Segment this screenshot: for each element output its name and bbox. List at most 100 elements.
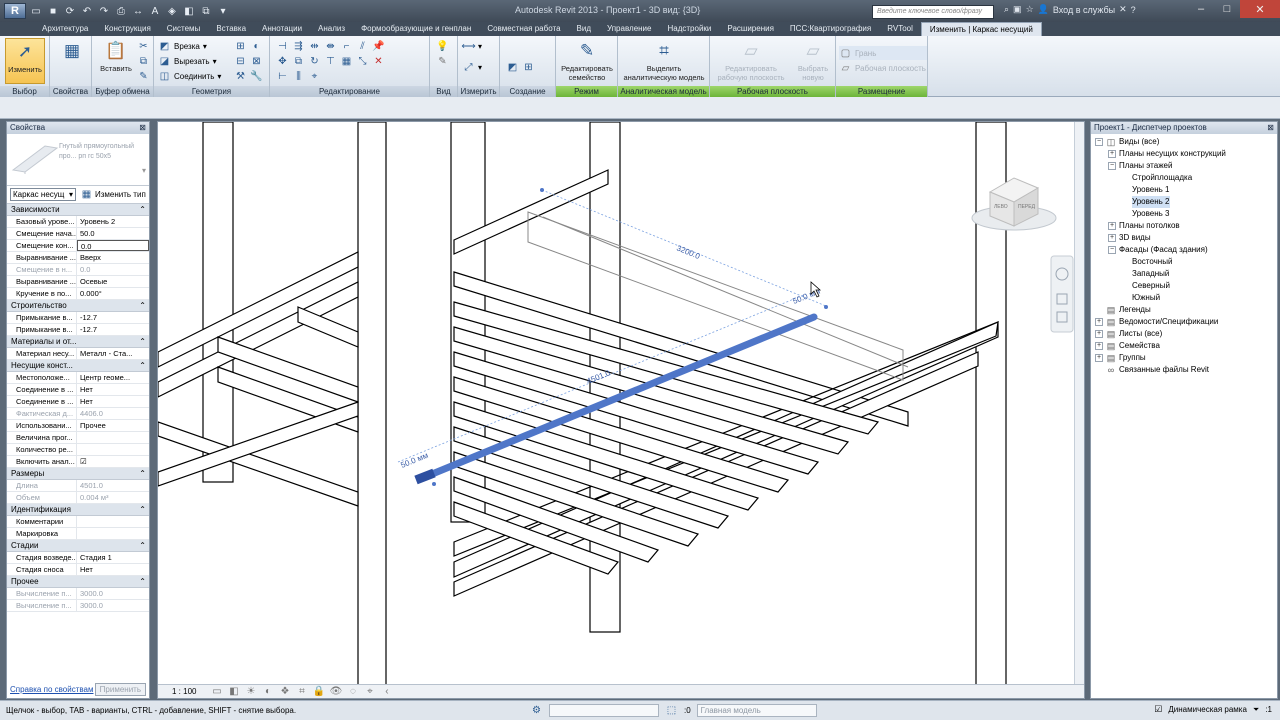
- property-group[interactable]: Материалы и от... ⌃: [7, 336, 149, 348]
- extend-icon[interactable]: ⊢: [276, 70, 289, 83]
- tree-item[interactable]: +3D виды: [1095, 232, 1277, 244]
- tree-item[interactable]: Южный: [1095, 292, 1277, 304]
- collapse-icon[interactable]: ⌃: [139, 336, 146, 347]
- property-value[interactable]: ☑: [77, 456, 149, 467]
- workplane-placement-button[interactable]: ▱ Рабочая плоскость: [839, 61, 926, 75]
- collapse-icon[interactable]: ⌃: [139, 468, 146, 479]
- exchange-icon[interactable]: ✕: [1119, 4, 1127, 15]
- tree-item[interactable]: + ▤ Группы: [1095, 352, 1277, 364]
- split-gap-icon[interactable]: ⫼: [292, 70, 305, 83]
- expand-icon[interactable]: −: [1108, 246, 1116, 254]
- modify-button[interactable]: ➚ Изменить: [5, 38, 45, 84]
- property-group[interactable]: Идентификация ⌃: [7, 504, 149, 516]
- property-value[interactable]: Нет: [77, 396, 149, 407]
- mirror-icon[interactable]: ⇹: [308, 40, 321, 53]
- tree-item[interactable]: Западный: [1095, 268, 1277, 280]
- sync-icon[interactable]: ⟳: [63, 4, 77, 18]
- app-menu-button[interactable]: R: [4, 3, 26, 19]
- tree-item[interactable]: − ◫ Виды (все): [1095, 136, 1277, 148]
- property-group[interactable]: Зависимости ⌃: [7, 204, 149, 216]
- tree-item[interactable]: ▤ Легенды: [1095, 304, 1277, 316]
- property-group[interactable]: Стадии ⌃: [7, 540, 149, 552]
- geometry-tool-2[interactable]: ⊟ ⊠: [234, 54, 263, 68]
- sun-path-icon[interactable]: ☀: [244, 685, 257, 698]
- property-value[interactable]: [77, 516, 149, 527]
- detail-level-icon[interactable]: ▭: [210, 685, 223, 698]
- property-value[interactable]: [77, 528, 149, 539]
- expand-icon[interactable]: +: [1095, 318, 1103, 326]
- scale-value[interactable]: 1 : 100: [172, 687, 196, 696]
- property-value[interactable]: Металл - Ста...: [77, 348, 149, 359]
- minimize-icon[interactable]: –: [1188, 0, 1214, 18]
- expand-icon[interactable]: +: [1108, 234, 1116, 242]
- ribbon-tab[interactable]: Аннотации: [254, 22, 310, 36]
- expand-icon[interactable]: −: [1095, 138, 1103, 146]
- property-value[interactable]: 0.000°: [77, 288, 149, 299]
- subscription-icon[interactable]: ▣: [1013, 4, 1022, 15]
- collapse-icon[interactable]: ⌃: [139, 360, 146, 371]
- qat-dropdown-icon[interactable]: ▾: [216, 4, 230, 18]
- measure-icon[interactable]: ↔: [131, 4, 145, 18]
- section-icon[interactable]: ◧: [182, 4, 196, 18]
- create-part-button[interactable]: ◩ ⊞: [506, 60, 535, 74]
- hide-button[interactable]: 💡: [436, 39, 449, 53]
- property-group[interactable]: Несущие конст... ⌃: [7, 360, 149, 372]
- undo-icon[interactable]: ↶: [80, 4, 94, 18]
- property-value[interactable]: 0.0: [77, 240, 149, 251]
- temp-hide-icon[interactable]: 👁: [329, 685, 343, 698]
- tree-item[interactable]: − Планы этажей: [1095, 160, 1277, 172]
- ribbon-tab[interactable]: RVTool: [879, 22, 921, 36]
- type-selector[interactable]: Гнутый прямоугольный про... рп гс 50х5 ▾: [7, 134, 149, 186]
- collapse-icon[interactable]: ⌃: [139, 204, 146, 215]
- open-icon[interactable]: ▭: [29, 4, 43, 18]
- expand-icon[interactable]: +: [1095, 330, 1103, 338]
- tree-item[interactable]: + Планы потолков: [1095, 220, 1277, 232]
- crop-icon[interactable]: ⌗: [295, 685, 308, 698]
- paste-button[interactable]: 📋 Вставить: [96, 38, 136, 84]
- 3d-view-icon[interactable]: ◈: [165, 4, 179, 18]
- print-icon[interactable]: ⎙: [114, 4, 128, 18]
- ribbon-tab[interactable]: Вставка: [208, 22, 254, 36]
- property-value[interactable]: 50.0: [77, 228, 149, 239]
- property-value[interactable]: [77, 444, 149, 455]
- expand-icon[interactable]: +: [1095, 354, 1103, 362]
- help-icon[interactable]: ?: [1131, 5, 1136, 15]
- cut-clip-button[interactable]: ✂: [137, 39, 150, 53]
- close-hidden-icon[interactable]: ⧉: [199, 4, 213, 18]
- tree-item[interactable]: − Фасады (Фасад здания): [1095, 244, 1277, 256]
- property-value[interactable]: [77, 432, 149, 443]
- property-group[interactable]: Размеры ⌃: [7, 468, 149, 480]
- tree-item[interactable]: Восточный: [1095, 256, 1277, 268]
- tree-item[interactable]: + ▤ Ведомости/Спецификации: [1095, 316, 1277, 328]
- type-properties-button[interactable]: ▦: [52, 38, 92, 84]
- tree-item[interactable]: Уровень 2: [1095, 196, 1277, 208]
- shadows-icon[interactable]: ◐: [261, 685, 274, 698]
- more-icon[interactable]: ‹: [380, 685, 393, 698]
- override-button[interactable]: ✎: [436, 54, 449, 68]
- edit-family-button[interactable]: ✎ Редактировать семейство: [558, 38, 616, 84]
- save-icon[interactable]: ■: [46, 4, 60, 18]
- text-icon[interactable]: A: [148, 4, 162, 18]
- ribbon-tab[interactable]: ПСС:Квартирография: [782, 22, 879, 36]
- property-value[interactable]: Осевые: [77, 276, 149, 287]
- trim-icon[interactable]: ⌐: [340, 40, 353, 53]
- pin-icon[interactable]: 📌: [372, 40, 385, 53]
- expand-icon[interactable]: +: [1108, 222, 1116, 230]
- collapse-icon[interactable]: ⌃: [139, 504, 146, 515]
- expand-icon[interactable]: −: [1108, 162, 1116, 170]
- search-icon[interactable]: ⌕: [1004, 4, 1009, 15]
- redo-icon[interactable]: ↷: [97, 4, 111, 18]
- property-value[interactable]: Нет: [77, 384, 149, 395]
- login-link[interactable]: Вход в службы: [1053, 5, 1115, 15]
- scale-icon[interactable]: ⤡: [356, 55, 369, 68]
- delete-icon[interactable]: ✕: [372, 55, 385, 68]
- measure-button[interactable]: ⟷ ▾: [461, 39, 482, 53]
- tree-item[interactable]: ∞ Связанные файлы Revit: [1095, 364, 1277, 376]
- 3d-view[interactable]: 3200.0 50.0 мм 4501.0 50.0 мм ЛЕВО ПЕРЕД: [157, 121, 1085, 699]
- geometry-tool-3[interactable]: ⚒ 🔧: [234, 69, 263, 83]
- view-scrollbar[interactable]: [1074, 122, 1084, 686]
- edit-workplane-button[interactable]: ▱ Редактировать рабочую плоскость: [714, 38, 788, 84]
- tree-item[interactable]: + Планы несущих конструкций: [1095, 148, 1277, 160]
- visual-style-icon[interactable]: ◧: [227, 685, 240, 698]
- collapse-icon[interactable]: ⌃: [139, 576, 146, 587]
